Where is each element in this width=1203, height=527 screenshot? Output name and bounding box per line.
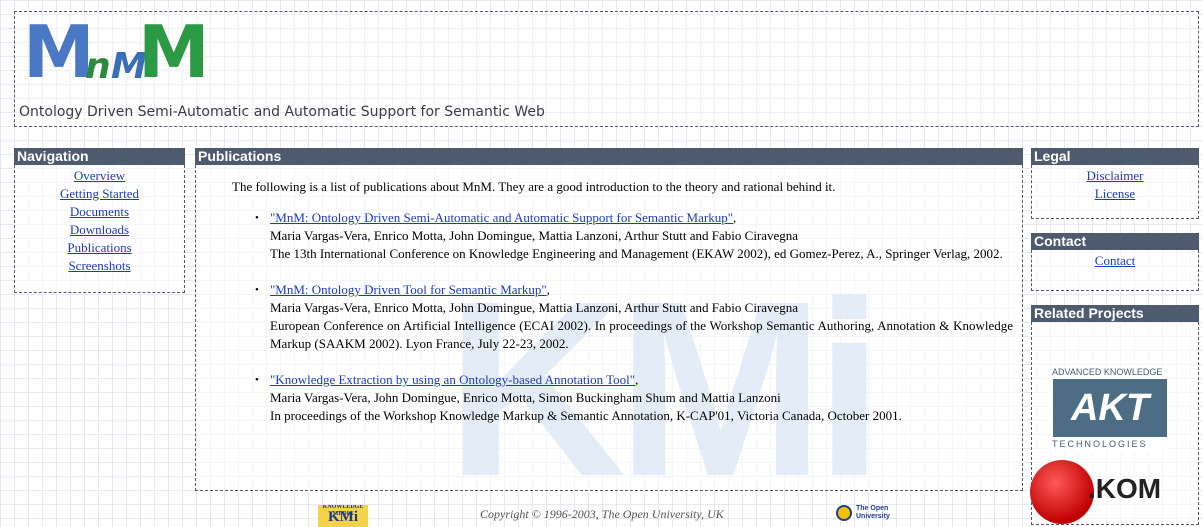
contact-link[interactable]: Contact	[1032, 252, 1198, 270]
mnm-logo[interactable]: M n M M	[23, 10, 210, 98]
publications-panel: Publications KMi The following is a list…	[195, 148, 1023, 491]
publication-item: • "MnM: Ontology Driven Semi-Automatic a…	[255, 210, 1003, 261]
logo-letter-m2: M	[138, 10, 210, 94]
publication-authors: Maria Vargas-Vera, Enrico Motta, John Do…	[270, 300, 799, 315]
publication-venue: In proceedings of the Workshop Knowledge…	[270, 408, 902, 423]
nav-link-getting-started[interactable]: Getting Started	[15, 185, 184, 203]
publication-authors: Maria Vargas-Vera, Enrico Motta, John Do…	[270, 228, 799, 243]
nav-link-downloads[interactable]: Downloads	[15, 221, 184, 239]
related-projects-title: Related Projects	[1031, 305, 1199, 322]
nav-link-publications[interactable]: Publications	[15, 239, 184, 257]
publication-list: • "MnM: Ontology Driven Semi-Automatic a…	[238, 209, 1013, 443]
bullet-icon: •	[255, 284, 259, 296]
akt-logo-mark: AKT	[1053, 379, 1167, 437]
nav-link-documents[interactable]: Documents	[15, 203, 184, 221]
navigation-panel: Navigation Overview Getting Started Docu…	[14, 148, 185, 293]
publications-intro: The following is a list of publications …	[232, 179, 836, 194]
navigation-title: Navigation	[14, 148, 185, 165]
contact-title: Contact	[1031, 233, 1199, 250]
kmi-logo[interactable]: KNOWLEDGE MEDIA KMi	[318, 505, 368, 527]
publication-link[interactable]: "MnM: Ontology Driven Semi-Automatic and…	[270, 210, 733, 225]
publications-title: Publications	[195, 148, 1023, 165]
publication-venue: European Conference on Artificial Intell…	[270, 318, 1013, 351]
copyright-text: Copyright © 1996-2003, The Open Universi…	[480, 507, 724, 521]
site-header: M n M M Ontology Driven Semi-Automatic a…	[14, 10, 1199, 127]
ou-logo-text: The Open University	[856, 505, 890, 520]
site-tagline: Ontology Driven Semi-Automatic and Autom…	[19, 104, 545, 120]
legal-panel: Legal Disclaimer License	[1031, 148, 1199, 219]
open-university-logo[interactable]: The Open University	[836, 505, 896, 525]
disclaimer-link[interactable]: Disclaimer	[1032, 167, 1198, 185]
logo-letter-n: n	[85, 46, 111, 87]
logo-letter-m1: M	[23, 10, 95, 94]
ou-logo-icon	[836, 505, 852, 521]
nav-link-screenshots[interactable]: Screenshots	[15, 257, 184, 275]
nav-link-overview[interactable]: Overview	[15, 167, 184, 185]
akt-logo-bottom-text: TECHNOLOGIES	[1052, 439, 1148, 449]
publication-link[interactable]: "MnM: Ontology Driven Tool for Semantic …	[270, 282, 547, 297]
publications-body: KMi The following is a list of publicati…	[195, 165, 1023, 491]
contact-panel: Contact Contact	[1031, 233, 1199, 291]
publication-venue: The 13th International Conference on Kno…	[270, 246, 1003, 261]
bullet-icon: •	[255, 374, 259, 386]
legal-title: Legal	[1031, 148, 1199, 165]
publication-authors: Maria Vargas-Vera, John Domingue, Enrico…	[270, 390, 781, 405]
contact-body: Contact	[1031, 250, 1199, 291]
kmi-logo-small-text: KNOWLEDGE MEDIA	[322, 505, 364, 517]
navigation-body: Overview Getting Started Documents Downl…	[14, 165, 185, 293]
license-link[interactable]: License	[1032, 185, 1198, 203]
publication-item: • "MnM: Ontology Driven Tool for Semanti…	[255, 282, 1013, 351]
dotkom-logo-text: .KOM	[1088, 473, 1162, 504]
publication-link[interactable]: "Knowledge Extraction by using an Ontolo…	[270, 372, 635, 387]
akt-logo-top-text: ADVANCED KNOWLEDGE	[1052, 367, 1163, 377]
legal-body: Disclaimer License	[1031, 165, 1199, 219]
dotkom-ball-icon	[1030, 460, 1094, 524]
bullet-icon: •	[255, 212, 259, 224]
dotkom-logo[interactable]: .KOM	[1030, 455, 1180, 525]
akt-logo[interactable]: ADVANCED KNOWLEDGE AKT TECHNOLOGIES	[1050, 367, 1170, 451]
publication-item: • "Knowledge Extraction by using an Onto…	[255, 372, 902, 423]
